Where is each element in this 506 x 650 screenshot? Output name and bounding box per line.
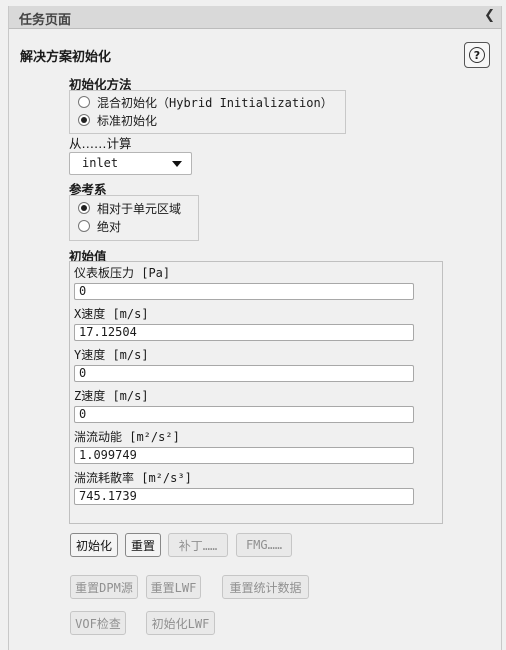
gauge-pressure-label: 仪表板压力 [Pa] (74, 266, 171, 280)
y-velocity-label: Y速度 [m/s] (74, 348, 149, 362)
section-title: 解决方案初始化 (20, 50, 112, 65)
compute-from-value: inlet (82, 156, 119, 170)
initial-values-group: 仪表板压力 [Pa] 0 X速度 [m/s] 17.12504 Y速度 [m/s… (69, 261, 443, 524)
radio-absolute-label: 绝对 (97, 219, 122, 234)
task-page-header: 任务页面 ❮ (9, 6, 501, 29)
radio-relative-cell-zone[interactable]: 相对于单元区域 (78, 199, 181, 217)
chevron-left-icon[interactable]: ❮ (484, 8, 495, 23)
reset-lwf-button[interactable]: 重置LWF (146, 575, 201, 599)
radio-hybrid-init-label: 混合初始化（Hybrid Initialization） (97, 95, 333, 110)
patch-button[interactable]: 补丁…… (168, 533, 228, 557)
z-velocity-input[interactable]: 0 (74, 406, 414, 423)
radio-standard-init-label: 标准初始化 (97, 113, 158, 128)
turbulent-kinetic-energy-label: 湍流动能 [m²/s²] (74, 430, 180, 444)
reference-frame-group: 相对于单元区域 绝对 (69, 195, 199, 241)
reset-statistics-button[interactable]: 重置统计数据 (222, 575, 309, 599)
turbulent-kinetic-energy-input[interactable]: 1.099749 (74, 447, 414, 464)
turbulent-dissipation-rate-input[interactable]: 745.1739 (74, 488, 414, 505)
reset-dpm-sources-button[interactable]: 重置DPM源 (70, 575, 138, 599)
radio-button-selected[interactable] (78, 202, 90, 214)
compute-from-label: 从……计算 (69, 136, 132, 151)
init-method-group: 混合初始化（Hybrid Initialization） 标准初始化 (69, 90, 346, 134)
x-velocity-label: X速度 [m/s] (74, 307, 149, 321)
help-button[interactable]: ? (464, 42, 490, 68)
radio-button[interactable] (78, 96, 90, 108)
reset-button[interactable]: 重置 (125, 533, 161, 557)
initialize-lwf-button[interactable]: 初始化LWF (146, 611, 215, 635)
x-velocity-input[interactable]: 17.12504 (74, 324, 414, 341)
radio-hybrid-init[interactable]: 混合初始化（Hybrid Initialization） (78, 93, 333, 111)
initialize-button[interactable]: 初始化 (70, 533, 118, 557)
radio-button[interactable] (78, 220, 90, 232)
gauge-pressure-input[interactable]: 0 (74, 283, 414, 300)
radio-absolute[interactable]: 绝对 (78, 217, 121, 235)
task-page-title: 任务页面 (19, 13, 72, 28)
radio-relative-label: 相对于单元区域 (97, 201, 182, 216)
turbulent-dissipation-rate-label: 湍流耗散率 [m²/s³] (74, 471, 192, 485)
radio-standard-init[interactable]: 标准初始化 (78, 111, 157, 129)
fmg-button[interactable]: FMG…… (236, 533, 292, 557)
vof-check-button[interactable]: VOF检查 (70, 611, 126, 635)
question-circle-icon: ? (469, 47, 485, 63)
task-page-panel: 任务页面 ❮ 解决方案初始化 ? 初始化方法 混合初始化（Hybrid Init… (8, 6, 502, 650)
compute-from-dropdown[interactable]: inlet (69, 152, 192, 175)
radio-button-selected[interactable] (78, 114, 90, 126)
z-velocity-label: Z速度 [m/s] (74, 389, 149, 403)
y-velocity-input[interactable]: 0 (74, 365, 414, 382)
triangle-down-icon (172, 161, 182, 167)
